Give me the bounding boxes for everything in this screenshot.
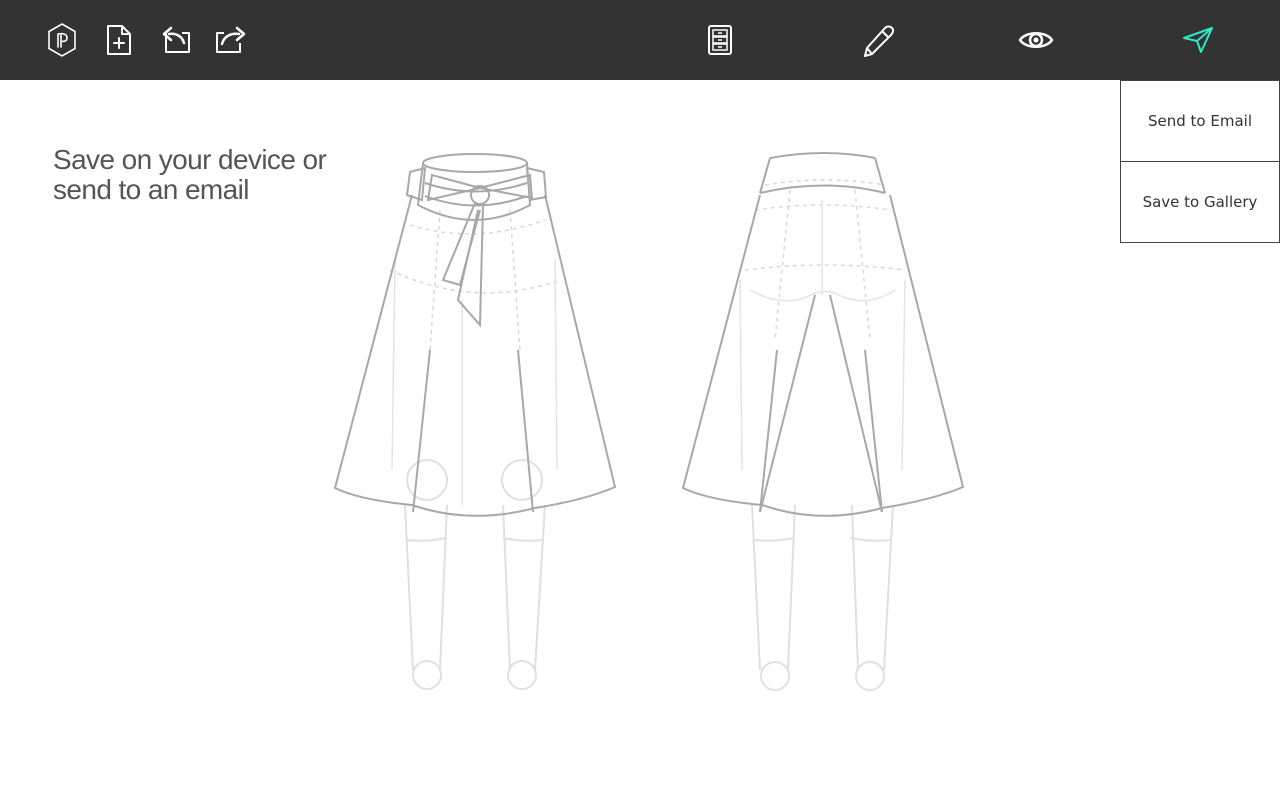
front-view — [333, 153, 617, 690]
send-to-email-button[interactable]: Send to Email — [1121, 81, 1279, 161]
send-options-menu: Send to Email Save to Gallery — [1120, 80, 1280, 243]
save-to-gallery-button[interactable]: Save to Gallery — [1121, 161, 1279, 242]
back-view — [681, 152, 965, 691]
sketch-canvas[interactable] — [0, 0, 1280, 800]
